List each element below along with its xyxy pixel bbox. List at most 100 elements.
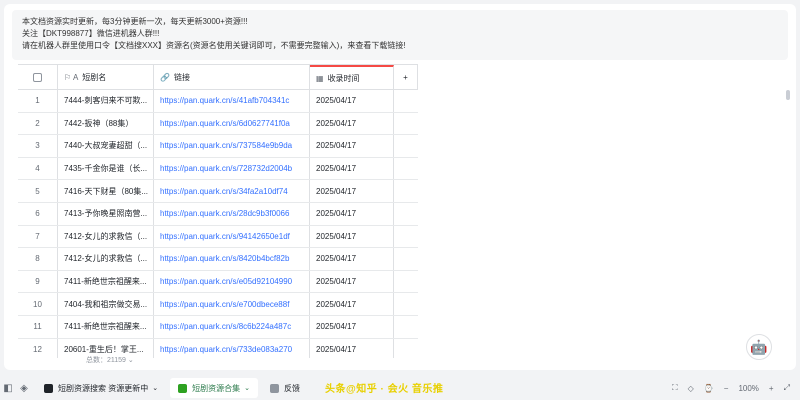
row-index[interactable]: 10 bbox=[18, 293, 58, 315]
date-cell[interactable]: 2025/04/17 bbox=[310, 225, 394, 248]
link-cell[interactable]: https://pan.quark.cn/s/34fa2a10df74 bbox=[154, 180, 310, 202]
date-cell[interactable]: 2025/04/17 bbox=[310, 157, 394, 180]
record-count[interactable]: 总数：21159 ⌄ bbox=[86, 355, 134, 365]
date-cell[interactable]: 2025/04/17 bbox=[310, 135, 394, 157]
empty-cell bbox=[394, 180, 418, 202]
column-date-label: 收录时间 bbox=[327, 73, 360, 83]
row-index[interactable]: 9 bbox=[18, 270, 58, 293]
row-index[interactable]: 1 bbox=[18, 90, 58, 112]
row-index[interactable]: 12 bbox=[18, 338, 58, 358]
title-cell[interactable]: 7435-千金你是谁（长... bbox=[58, 157, 154, 180]
link-cell[interactable]: https://pan.quark.cn/s/28dc9b3f0066 bbox=[154, 202, 310, 225]
title-cell[interactable]: 7411-新绝世宗祖醒来... bbox=[58, 270, 154, 293]
zoom-level[interactable]: 100% bbox=[738, 384, 758, 393]
table-row[interactable]: 9 7411-新绝世宗祖醒来... https://pan.quark.cn/s/e… bbox=[18, 270, 418, 294]
select-all-cell[interactable] bbox=[18, 65, 58, 89]
title-cell[interactable]: 7440-大叔宠妻超甜（... bbox=[58, 135, 154, 157]
tab-feedback-label: 反馈 bbox=[283, 383, 300, 393]
row-index[interactable]: 5 bbox=[18, 180, 58, 202]
tab-collection[interactable]: 短剧资源合集 ⌄ bbox=[170, 378, 258, 398]
fullscreen-icon[interactable]: ⛶ bbox=[672, 383, 678, 393]
column-header-title[interactable]: ⚐ A 短剧名 bbox=[58, 65, 154, 89]
date-cell[interactable]: 2025/04/17 bbox=[310, 293, 394, 315]
date-cell[interactable]: 2025/04/17 bbox=[310, 202, 394, 225]
title-cell[interactable]: 7412-女儿的求救信（... bbox=[58, 248, 154, 270]
link-cell[interactable]: https://pan.quark.cn/s/41afb704341c bbox=[154, 90, 310, 112]
row-index[interactable]: 3 bbox=[18, 135, 58, 157]
link-cell[interactable]: https://pan.quark.cn/s/8420b4bcf82b bbox=[154, 248, 310, 270]
assistant-avatar-icon[interactable]: 🤖 bbox=[746, 334, 772, 360]
link-icon: 🔗 bbox=[160, 72, 170, 82]
table-row[interactable]: 3 7440-大叔宠妻超甜（... https://pan.quark.cn/s/7… bbox=[18, 135, 418, 158]
vertical-scrollbar[interactable] bbox=[786, 90, 790, 100]
date-cell[interactable]: 2025/04/17 bbox=[310, 248, 394, 270]
row-index[interactable]: 7 bbox=[18, 225, 58, 248]
title-cell[interactable]: 7442-扳神（88集） bbox=[58, 112, 154, 135]
row-index[interactable]: 6 bbox=[18, 202, 58, 225]
add-column-button[interactable]: + bbox=[394, 65, 418, 89]
table-row[interactable]: 7 7412-女儿的求救信（... https://pan.quark.cn/s/9… bbox=[18, 225, 418, 249]
date-cell[interactable]: 2025/04/17 bbox=[310, 112, 394, 135]
select-all-checkbox[interactable] bbox=[33, 72, 42, 82]
row-index[interactable]: 11 bbox=[18, 315, 58, 338]
link-cell[interactable]: https://pan.quark.cn/s/e700dbece88f bbox=[154, 293, 310, 315]
title-cell[interactable]: 7412-女儿的求救信（... bbox=[58, 225, 154, 248]
column-header-date[interactable]: ▦ 收录时间 bbox=[310, 65, 394, 89]
column-header-link[interactable]: 🔗 链接 bbox=[154, 65, 310, 89]
fit-icon[interactable]: ⤢ bbox=[784, 383, 790, 393]
table-row[interactable]: 10 7404-我和祖宗做交易... https://pan.quark.cn/s/… bbox=[18, 293, 418, 316]
column-title-label: 短剧名 bbox=[82, 72, 107, 82]
title-cell[interactable]: 7413-予你晚星照南营... bbox=[58, 202, 154, 225]
date-cell[interactable]: 2025/04/17 bbox=[310, 180, 394, 202]
row-index[interactable]: 8 bbox=[18, 248, 58, 270]
text-field-icon: ⚐ A bbox=[64, 72, 79, 82]
link-cell[interactable]: https://pan.quark.cn/s/728732d2004b bbox=[154, 157, 310, 180]
doc-icon bbox=[269, 383, 279, 393]
empty-cell bbox=[394, 113, 418, 135]
column-link-label: 链接 bbox=[173, 72, 190, 82]
notice-line-3: 请在机器人群里使用口令【文档搜XXX】资源名(资源名使用关键词即可，不需要完整输… bbox=[22, 41, 406, 50]
date-cell[interactable]: 2025/04/17 bbox=[310, 270, 394, 293]
table-row[interactable]: 5 7416-天下财星（80集... https://pan.quark.cn/s/… bbox=[18, 180, 418, 203]
zoom-in-button[interactable]: + bbox=[769, 384, 774, 393]
sheet-icon bbox=[178, 383, 188, 393]
tab-feedback[interactable]: 反馈 bbox=[262, 378, 308, 398]
link-cell[interactable]: https://pan.quark.cn/s/733de083a270 bbox=[154, 338, 310, 358]
date-cell[interactable]: 2025/04/17 bbox=[310, 315, 394, 338]
data-grid: ⚐ A 短剧名 🔗 链接 ▦ 收录时间 + 1 7444-刺客归来不可欺... ht… bbox=[18, 64, 418, 358]
history-icon[interactable]: ⌚ bbox=[704, 384, 714, 393]
shape-icon[interactable]: ◇ bbox=[688, 384, 694, 393]
row-index[interactable]: 2 bbox=[18, 112, 58, 135]
empty-cell bbox=[394, 339, 418, 358]
date-cell[interactable]: 2025/04/17 bbox=[310, 90, 394, 112]
notice-box: 本文档资源实时更新，每3分钟更新一次，每天更新3000+资源!!! 关注【DKT… bbox=[12, 10, 788, 60]
empty-cell bbox=[394, 90, 418, 112]
table-row[interactable]: 2 7442-扳神（88集） https://pan.quark.cn/s/6d06… bbox=[18, 112, 418, 136]
chevron-down-icon[interactable]: ⌄ bbox=[152, 384, 158, 392]
table-row[interactable]: 4 7435-千金你是谁（长... https://pan.quark.cn/s/7… bbox=[18, 157, 418, 181]
table-row[interactable]: 1 7444-刺客归来不可欺... https://pan.quark.cn/s/4… bbox=[18, 90, 418, 113]
link-cell[interactable]: https://pan.quark.cn/s/8c6b224a487c bbox=[154, 315, 310, 338]
link-cell[interactable]: https://pan.quark.cn/s/737584e9b9da bbox=[154, 135, 310, 157]
chevron-down-icon[interactable]: ⌄ bbox=[244, 384, 250, 392]
tab-search-label: 短剧资源搜索 资源更新中 bbox=[58, 383, 149, 393]
link-cell[interactable]: https://pan.quark.cn/s/e05d92104990 bbox=[154, 270, 310, 293]
grid-header: ⚐ A 短剧名 🔗 链接 ▦ 收录时间 + bbox=[18, 64, 418, 90]
table-row[interactable]: 12 20601-重生后！掌王... https://pan.quark.cn/s/… bbox=[18, 338, 418, 358]
row-index[interactable]: 4 bbox=[18, 157, 58, 180]
sidebar-toggle-icon[interactable]: ◧ bbox=[0, 383, 16, 394]
tab-search[interactable]: 短剧资源搜索 资源更新中 ⌄ bbox=[36, 378, 166, 398]
table-row[interactable]: 11 7411-新绝世宗祖醒来... https://pan.quark.cn/s/… bbox=[18, 315, 418, 339]
zoom-out-button[interactable]: − bbox=[724, 384, 729, 393]
title-cell[interactable]: 7404-我和祖宗做交易... bbox=[58, 293, 154, 315]
table-row[interactable]: 6 7413-予你晚星照南营... https://pan.quark.cn/s/2… bbox=[18, 202, 418, 226]
link-cell[interactable]: https://pan.quark.cn/s/94142650e1df bbox=[154, 225, 310, 248]
layers-icon[interactable]: ◈ bbox=[16, 383, 32, 394]
table-row[interactable]: 8 7412-女儿的求救信（... https://pan.quark.cn/s/8… bbox=[18, 248, 418, 271]
date-cell[interactable]: 2025/04/17 bbox=[310, 338, 394, 358]
link-cell[interactable]: https://pan.quark.cn/s/6d0627741f0a bbox=[154, 112, 310, 135]
title-cell[interactable]: 7416-天下财星（80集... bbox=[58, 180, 154, 202]
title-cell[interactable]: 7411-新绝世宗祖醒来... bbox=[58, 315, 154, 338]
title-cell[interactable]: 7444-刺客归来不可欺... bbox=[58, 90, 154, 112]
notice-line-1: 本文档资源实时更新，每3分钟更新一次，每天更新3000+资源!!! bbox=[22, 17, 248, 26]
